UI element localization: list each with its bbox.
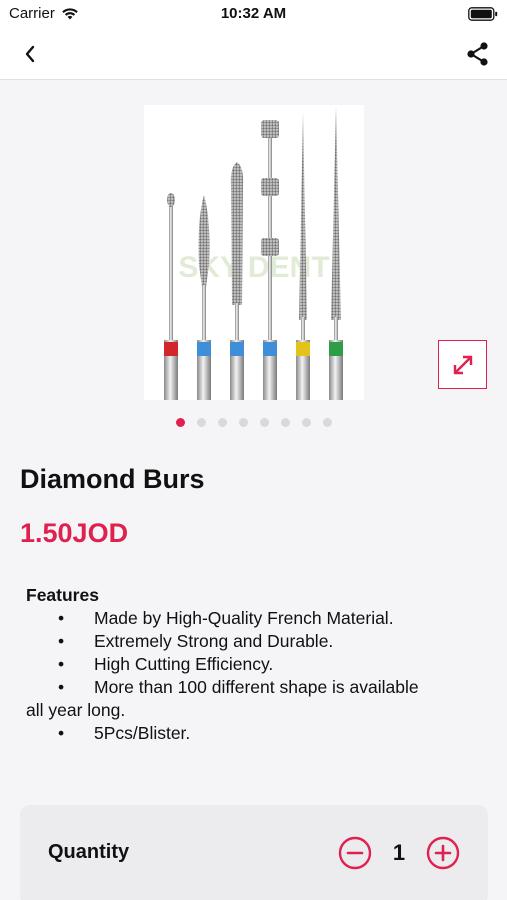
feature-text: Made by High-Quality French Material. xyxy=(94,608,394,628)
quantity-increase-button[interactable] xyxy=(426,836,460,870)
share-icon xyxy=(467,42,488,66)
bullet: • xyxy=(58,608,65,628)
quantity-decrease-button[interactable] xyxy=(338,836,372,870)
feature-text: High Cutting Efficiency. xyxy=(94,654,274,674)
bullet: • xyxy=(58,677,65,697)
product-title: Diamond Burs xyxy=(20,464,205,494)
pager-dot-1[interactable] xyxy=(175,418,185,427)
image-pager xyxy=(0,418,507,430)
plus-circle-icon xyxy=(426,836,460,870)
expand-image-button[interactable] xyxy=(438,340,487,389)
feature-item: • Extremely Strong and Durable. xyxy=(26,630,466,653)
product-price: 1.50JOD xyxy=(20,518,129,548)
features-section: Features • Made by High-Quality French Ma… xyxy=(26,584,466,745)
status-time: 10:32 AM xyxy=(220,5,287,22)
bullet: • xyxy=(58,654,65,674)
pager-dot-3[interactable] xyxy=(217,418,227,427)
pager-dot-6[interactable] xyxy=(280,418,290,427)
battery-icon xyxy=(468,7,498,21)
feature-item: • High Cutting Efficiency. xyxy=(26,653,466,676)
pager-dot-7[interactable] xyxy=(301,418,311,427)
back-button[interactable] xyxy=(14,38,46,70)
quantity-card: Quantity 1 xyxy=(20,805,488,900)
minus-circle-icon xyxy=(338,836,372,870)
chevron-left-icon xyxy=(25,45,35,63)
share-button[interactable] xyxy=(461,37,495,71)
feature-continuation: all year long. xyxy=(26,700,126,720)
features-heading: Features xyxy=(26,585,99,605)
quantity-label: Quantity xyxy=(48,841,130,863)
status-bar: Carrier 10:32 AM xyxy=(0,0,507,28)
feature-text: More than 100 different shape is availab… xyxy=(94,677,419,697)
feature-text: Extremely Strong and Durable. xyxy=(94,631,334,651)
feature-item: • 5Pcs/Blister. xyxy=(26,722,466,745)
bullet: • xyxy=(58,723,65,743)
quantity-value: 1 xyxy=(392,840,406,865)
feature-item: • More than 100 different shape is availa… xyxy=(26,676,466,699)
pager-dot-8[interactable] xyxy=(322,418,332,427)
pager-dot-5[interactable] xyxy=(259,418,269,427)
feature-item: • Made by High-Quality French Material. xyxy=(26,607,466,630)
pager-dot-2[interactable] xyxy=(196,418,206,427)
bullet: • xyxy=(58,631,65,651)
nav-bar xyxy=(0,28,507,80)
product-image[interactable]: SKY DENT xyxy=(144,105,364,400)
expand-arrows-icon xyxy=(453,355,472,374)
pager-dot-4[interactable] xyxy=(238,418,248,427)
feature-text: 5Pcs/Blister. xyxy=(94,723,191,743)
diamond-burs-image: SKY DENT xyxy=(164,107,343,400)
